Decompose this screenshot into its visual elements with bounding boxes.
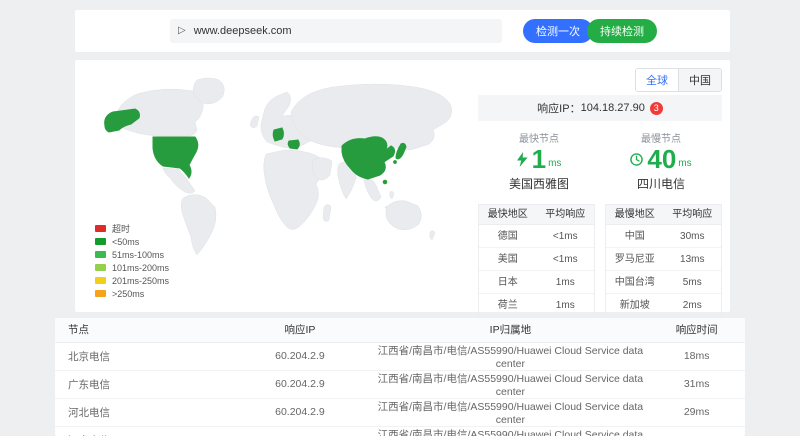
map-arabia bbox=[312, 158, 332, 180]
ping-test-page: ▷ www.deepseek.com 检测一次 持续检测 全球 中国 bbox=[0, 0, 800, 436]
table-row: 中国台湾5ms bbox=[606, 271, 721, 294]
map-country-taiwan[interactable] bbox=[383, 180, 387, 184]
fastest-node-location: 美国西雅图 bbox=[478, 175, 600, 192]
legend-swatch-timeout bbox=[95, 225, 106, 232]
node-results-table: 节点 响应IP IP归属地 响应时间 北京电信 60.204.2.9 江西省/南… bbox=[55, 318, 745, 436]
stats-panel: 响应IP：104.18.27.90 3 最快节点 1 ms 美国西雅图 最慢节点 bbox=[478, 95, 722, 318]
map-australia bbox=[386, 201, 421, 230]
col-response-ip: 响应IP bbox=[228, 318, 373, 342]
legend-swatch-51-100 bbox=[95, 251, 106, 258]
tab-china[interactable]: 中国 bbox=[678, 69, 721, 91]
map-south-america bbox=[181, 195, 216, 256]
legend-swatch-201-250 bbox=[95, 277, 106, 284]
map-madagascar bbox=[323, 205, 331, 222]
table-header-row: 节点 响应IP IP归属地 响应时间 bbox=[55, 318, 745, 342]
table-row: 德国<1ms bbox=[479, 225, 594, 248]
legend-swatch-lt50 bbox=[95, 238, 106, 245]
map-country-germany[interactable] bbox=[273, 128, 283, 141]
legend-item: >250ms bbox=[95, 287, 169, 300]
slowest-node-location: 四川电信 bbox=[600, 175, 722, 192]
clock-icon bbox=[630, 153, 643, 166]
col-ip-location: IP归属地 bbox=[372, 318, 648, 342]
map-new-zealand bbox=[430, 231, 435, 240]
fastest-node: 最快节点 1 ms 美国西雅图 bbox=[478, 130, 600, 192]
fastest-regions-table: 最快地区 平均响应 德国<1ms 美国<1ms 日本1ms 荷兰1ms bbox=[478, 204, 595, 318]
col-node: 节点 bbox=[55, 318, 228, 342]
table-row: 荷兰1ms bbox=[479, 294, 594, 317]
url-value: www.deepseek.com bbox=[194, 25, 292, 37]
table-row: 美国<1ms bbox=[479, 248, 594, 271]
lightning-icon bbox=[517, 152, 528, 167]
legend-item: 超时 bbox=[95, 222, 169, 235]
tab-global[interactable]: 全球 bbox=[636, 69, 678, 91]
result-overview-card: 全球 中国 bbox=[75, 60, 730, 312]
table-row: 北京电信 60.204.2.9 江西省/南昌市/电信/AS55990/Huawe… bbox=[55, 342, 745, 370]
response-ip-label: 响应IP： bbox=[537, 100, 580, 116]
table-row: 河北电信 60.204.2.9 江西省/南昌市/电信/AS55990/Huawe… bbox=[55, 398, 745, 426]
region-tables: 最快地区 平均响应 德国<1ms 美国<1ms 日本1ms 荷兰1ms 最慢地区… bbox=[478, 204, 722, 318]
scope-tabs: 全球 中国 bbox=[635, 68, 722, 92]
legend-item: 51ms-100ms bbox=[95, 248, 169, 261]
map-uk bbox=[250, 116, 259, 128]
url-input[interactable]: ▷ www.deepseek.com bbox=[170, 19, 502, 43]
continuous-check-button[interactable]: 持续检测 bbox=[587, 19, 657, 43]
legend-swatch-gt250 bbox=[95, 290, 106, 297]
check-once-button[interactable]: 检测一次 bbox=[523, 19, 593, 43]
slowest-node-value: 40 bbox=[647, 146, 676, 173]
table-row: 日本1ms bbox=[479, 271, 594, 294]
legend-item: 101ms-200ms bbox=[95, 261, 169, 274]
col-response-time: 响应时间 bbox=[648, 318, 745, 342]
fastest-node-value: 1 bbox=[532, 146, 546, 173]
map-philippines bbox=[390, 191, 394, 199]
table-row: 新加坡2ms bbox=[606, 294, 721, 317]
search-bar-card: ▷ www.deepseek.com 检测一次 持续检测 bbox=[75, 10, 730, 52]
map-southeast-asia bbox=[364, 179, 381, 201]
map-country-romania[interactable] bbox=[288, 140, 299, 149]
ip-count-badge[interactable]: 3 bbox=[650, 102, 663, 115]
table-row: 罗马尼亚13ms bbox=[606, 248, 721, 271]
table-row: 河南电信 60.204.2.9 江西省/南昌市/电信/AS55990/Huawe… bbox=[55, 426, 745, 436]
fast-slow-summary: 最快节点 1 ms 美国西雅图 最慢节点 40 ms 四川电信 bbox=[478, 130, 722, 192]
table-row: 中国30ms bbox=[606, 225, 721, 248]
legend-item: 201ms-250ms bbox=[95, 274, 169, 287]
legend-swatch-101-200 bbox=[95, 264, 106, 271]
latency-legend: 超时 <50ms 51ms-100ms 101ms-200ms 201ms-25… bbox=[95, 222, 169, 300]
legend-item: <50ms bbox=[95, 235, 169, 248]
slowest-node: 最慢节点 40 ms 四川电信 bbox=[600, 130, 722, 192]
play-icon: ▷ bbox=[178, 26, 186, 36]
response-ip-value: 104.18.27.90 bbox=[581, 102, 645, 114]
response-ip-bar: 响应IP：104.18.27.90 3 bbox=[478, 95, 722, 121]
slowest-regions-table: 最慢地区 平均响应 中国30ms 罗马尼亚13ms 中国台湾5ms 新加坡2ms bbox=[605, 204, 722, 318]
map-country-japan-south[interactable] bbox=[394, 161, 397, 164]
node-results-card: 节点 响应IP IP归属地 响应时间 北京电信 60.204.2.9 江西省/南… bbox=[55, 318, 745, 436]
table-row: 广东电信 60.204.2.9 江西省/南昌市/电信/AS55990/Huawe… bbox=[55, 370, 745, 398]
